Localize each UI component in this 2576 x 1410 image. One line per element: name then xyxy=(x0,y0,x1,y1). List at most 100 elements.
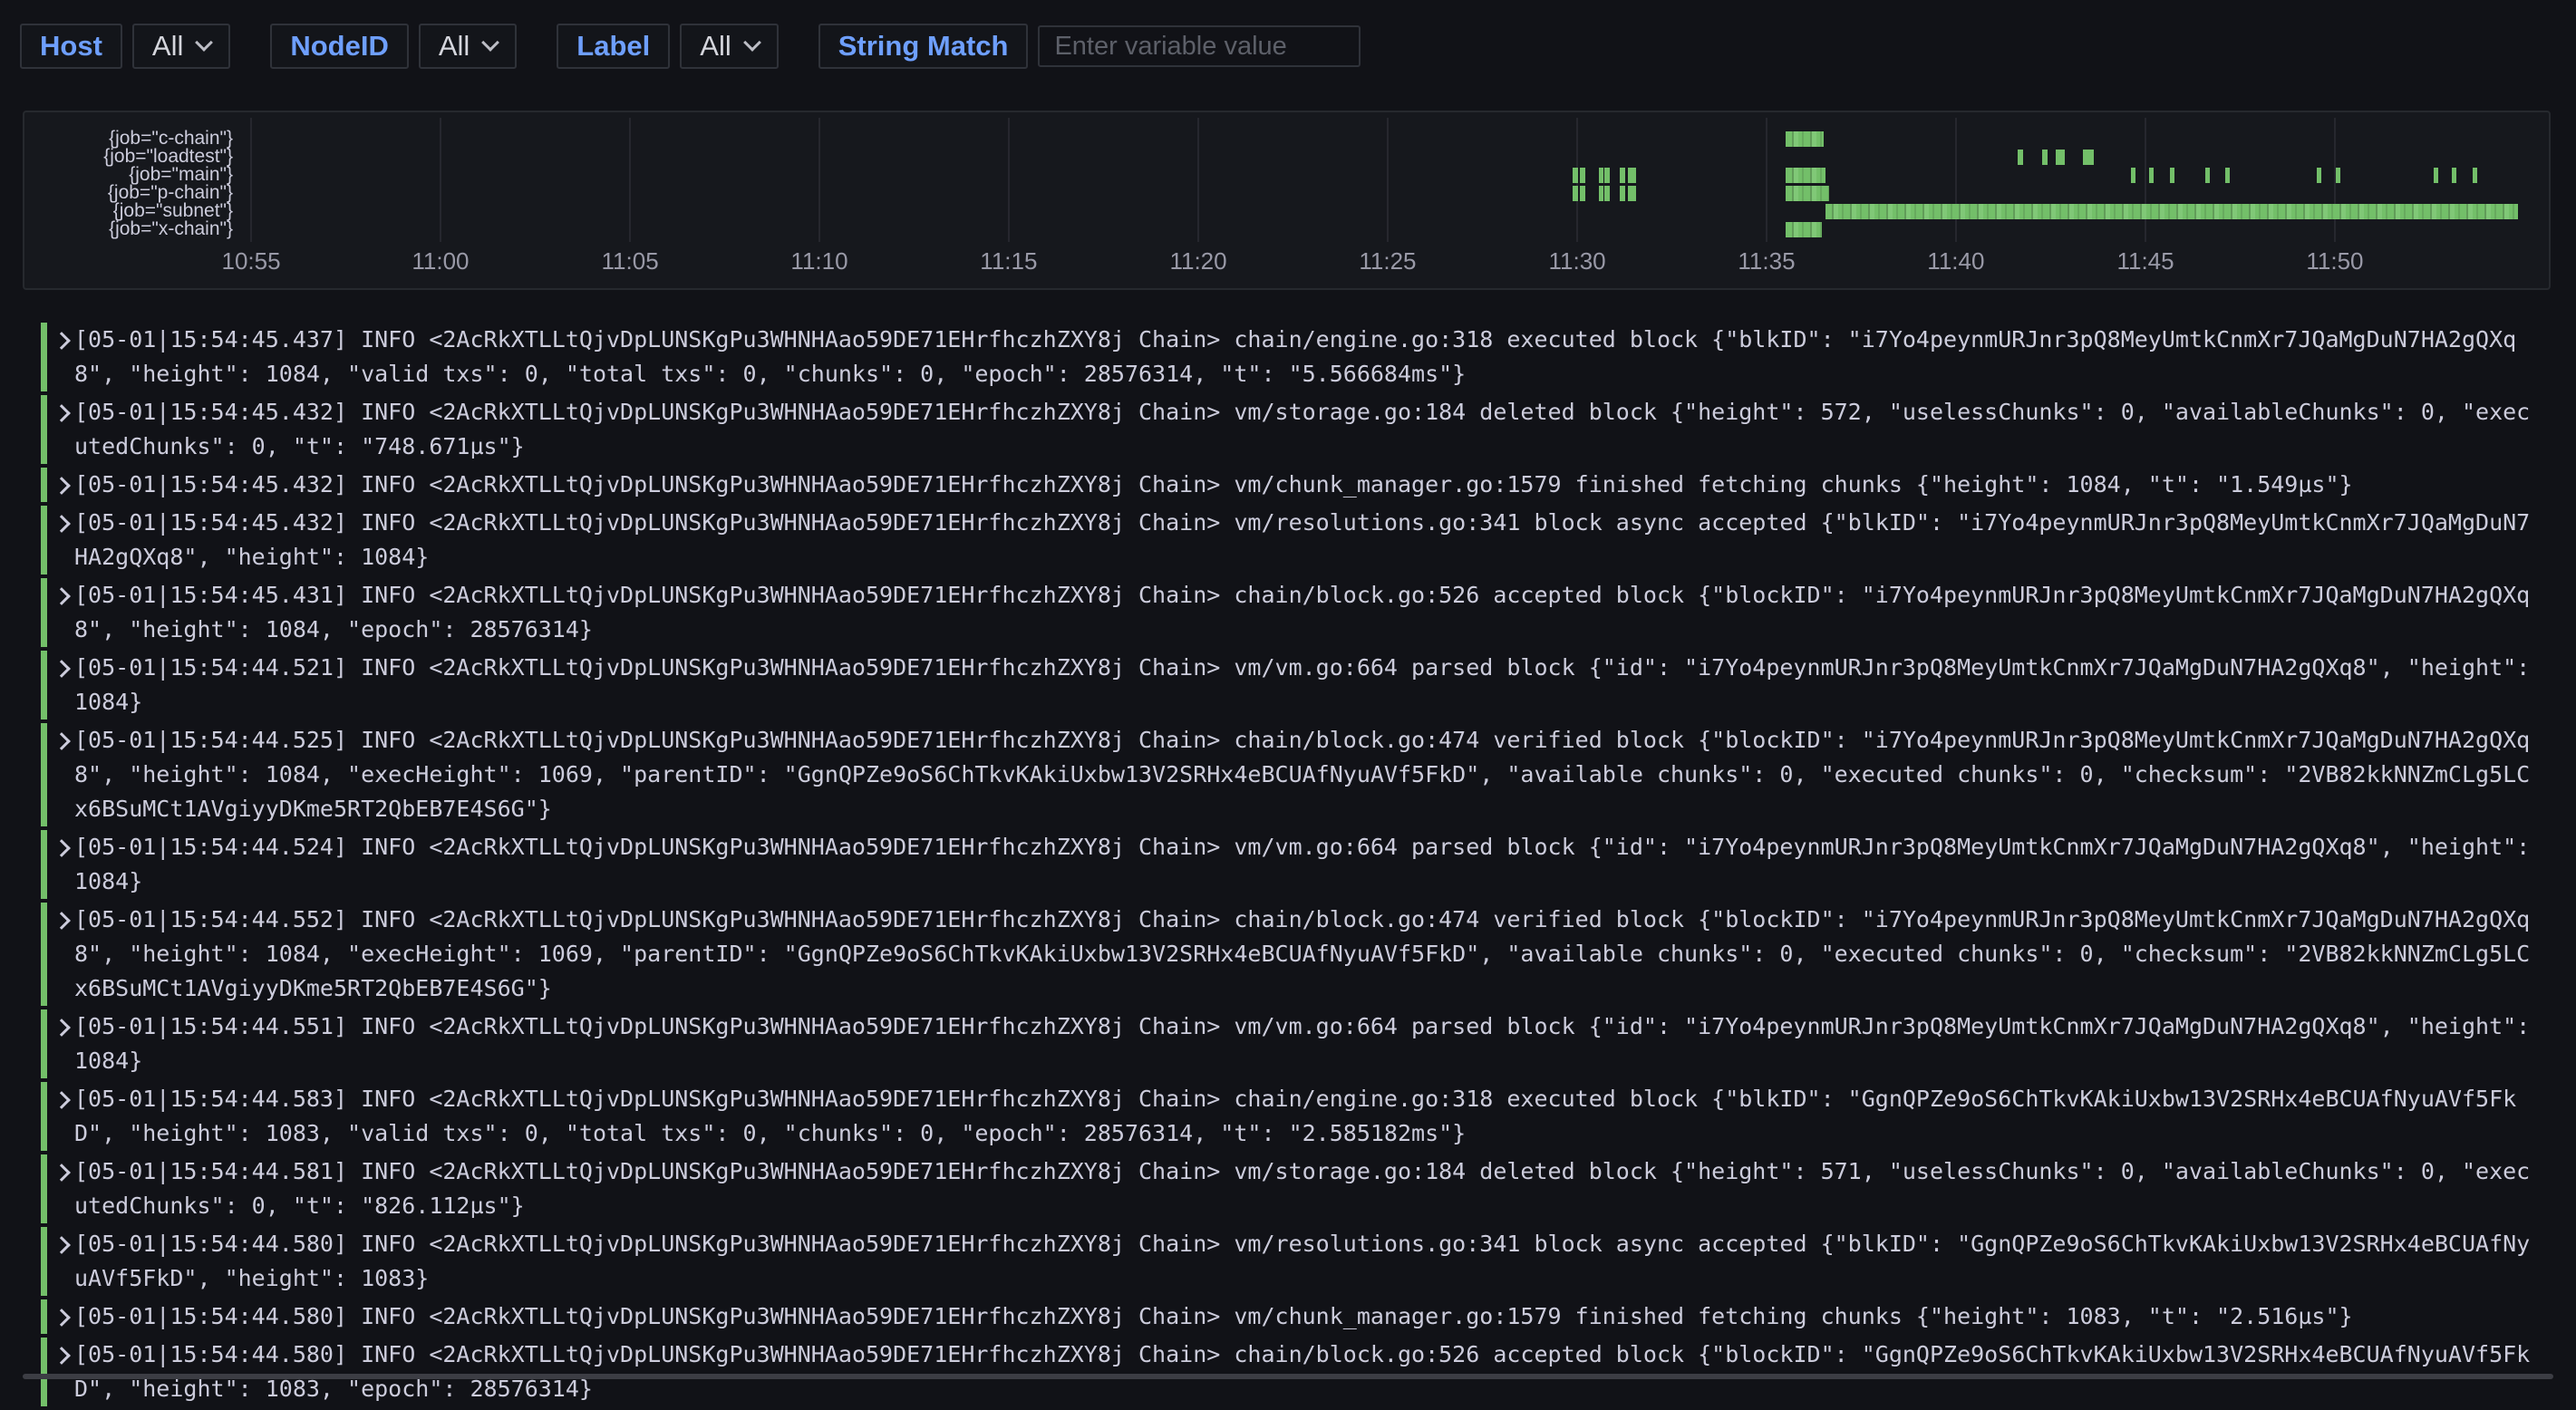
x-tick-label-2: 11:05 xyxy=(602,247,659,275)
log-volume-mark-3-1 xyxy=(1580,186,1585,201)
expand-chevron-icon[interactable] xyxy=(53,515,71,533)
log-row[interactable]: [05-01|15:54:44.525] INFO <2AcRkXTLLtQjv… xyxy=(41,723,2552,826)
expand-chevron-icon[interactable] xyxy=(53,660,71,678)
log-row[interactable]: [05-01|15:54:44.580] INFO <2AcRkXTLLtQjv… xyxy=(41,1299,2552,1334)
log-volume-mark-2-15 xyxy=(2452,168,2456,183)
log-row[interactable]: [05-01|15:54:44.521] INFO <2AcRkXTLLtQjv… xyxy=(41,651,2552,719)
expand-chevron-icon[interactable] xyxy=(53,1236,71,1254)
series-label-3: {job="p-chain"} xyxy=(24,184,233,202)
series-label-2: {job="main"} xyxy=(24,166,233,184)
expand-chevron-icon[interactable] xyxy=(53,1164,71,1182)
x-tick-label-11: 11:50 xyxy=(2306,247,2363,275)
log-volume-mark-2-7 xyxy=(2131,168,2135,183)
log-volume-mark-2-16 xyxy=(2473,168,2477,183)
timeline-plot[interactable]: 10:5511:0011:0511:1011:1511:2011:2511:30… xyxy=(219,112,2540,285)
x-gridline-8 xyxy=(1766,118,1767,242)
variable-nodeid-label-text: NodeID xyxy=(290,30,389,63)
variable-host-label[interactable]: Host xyxy=(20,24,122,69)
chevron-down-icon xyxy=(743,34,761,52)
log-line-text: [05-01|15:54:44.583] INFO <2AcRkXTLLtQjv… xyxy=(74,1082,2538,1151)
log-volume-mark-5-0 xyxy=(1786,222,1822,237)
log-line-text: [05-01|15:54:44.521] INFO <2AcRkXTLLtQjv… xyxy=(74,651,2538,719)
variable-nodeid-value-dropdown[interactable]: All xyxy=(419,24,517,69)
log-volume-mark-2-0 xyxy=(1573,168,1578,183)
log-volume-mark-3-5 xyxy=(1628,186,1636,201)
log-row[interactable]: [05-01|15:54:45.431] INFO <2AcRkXTLLtQjv… xyxy=(41,578,2552,647)
expand-chevron-icon[interactable] xyxy=(53,732,71,750)
x-gridline-0 xyxy=(250,118,252,242)
log-volume-mark-2-10 xyxy=(2205,168,2210,183)
expand-chevron-icon[interactable] xyxy=(53,587,71,605)
log-line-text: [05-01|15:54:44.580] INFO <2AcRkXTLLtQjv… xyxy=(74,1299,2538,1334)
log-volume-mark-1-3 xyxy=(2083,150,2094,165)
x-gridline-3 xyxy=(818,118,820,242)
log-row[interactable]: [05-01|15:54:44.551] INFO <2AcRkXTLLtQjv… xyxy=(41,1009,2552,1078)
log-volume-mark-3-2 xyxy=(1599,186,1603,201)
log-row[interactable]: [05-01|15:54:45.432] INFO <2AcRkXTLLtQjv… xyxy=(41,395,2552,464)
expand-chevron-icon[interactable] xyxy=(53,1019,71,1037)
variable-label-label-text: Label xyxy=(576,30,650,63)
log-line-text: [05-01|15:54:44.525] INFO <2AcRkXTLLtQjv… xyxy=(74,723,2538,826)
variable-label-label[interactable]: Label xyxy=(557,24,670,69)
log-row[interactable]: [05-01|15:54:44.552] INFO <2AcRkXTLLtQjv… xyxy=(41,903,2552,1006)
x-tick-label-1: 11:00 xyxy=(412,247,469,275)
log-row[interactable]: [05-01|15:54:45.437] INFO <2AcRkXTLLtQjv… xyxy=(41,323,2552,391)
log-volume-mark-1-2 xyxy=(2056,150,2065,165)
variable-nodeid-value: All xyxy=(439,30,470,63)
string-match-label-text: String Match xyxy=(838,30,1009,63)
variable-host-value-dropdown[interactable]: All xyxy=(132,24,230,69)
string-match-input[interactable] xyxy=(1038,25,1361,67)
series-label-0: {job="c-chain"} xyxy=(24,130,233,148)
horizontal-scrollbar[interactable] xyxy=(23,1374,2553,1379)
expand-chevron-icon[interactable] xyxy=(53,404,71,422)
log-line-text: [05-01|15:54:45.432] INFO <2AcRkXTLLtQjv… xyxy=(74,506,2538,575)
expand-chevron-icon[interactable] xyxy=(53,332,71,350)
variable-group-string-match: String Match xyxy=(818,24,1361,69)
expand-chevron-icon[interactable] xyxy=(53,912,71,930)
x-tick-label-6: 11:25 xyxy=(1359,247,1416,275)
chevron-down-icon xyxy=(195,34,213,52)
log-line-text: [05-01|15:54:44.551] INFO <2AcRkXTLLtQjv… xyxy=(74,1009,2538,1078)
variable-nodeid-label[interactable]: NodeID xyxy=(270,24,409,69)
x-gridline-1 xyxy=(440,118,441,242)
log-volume-mark-2-4 xyxy=(1620,168,1625,183)
expand-chevron-icon[interactable] xyxy=(53,1309,71,1327)
expand-chevron-icon[interactable] xyxy=(53,839,71,857)
log-volume-mark-3-3 xyxy=(1604,186,1610,201)
log-row[interactable]: [05-01|15:54:44.580] INFO <2AcRkXTLLtQjv… xyxy=(41,1227,2552,1296)
expand-chevron-icon[interactable] xyxy=(53,477,71,495)
x-gridline-6 xyxy=(1387,118,1389,242)
variable-group-host: Host All xyxy=(20,24,230,69)
log-volume-mark-4-0 xyxy=(1825,204,2518,219)
variable-label-value-dropdown[interactable]: All xyxy=(680,24,778,69)
log-volume-panel: {job="c-chain"}{job="loadtest"}{job="mai… xyxy=(23,111,2551,290)
log-line-text: [05-01|15:54:44.581] INFO <2AcRkXTLLtQjv… xyxy=(74,1154,2538,1223)
series-labels: {job="c-chain"}{job="loadtest"}{job="mai… xyxy=(24,130,233,238)
x-tick-label-5: 11:20 xyxy=(1169,247,1226,275)
log-row[interactable]: [05-01|15:54:44.581] INFO <2AcRkXTLLtQjv… xyxy=(41,1154,2552,1223)
x-tick-label-7: 11:30 xyxy=(1549,247,1606,275)
log-row[interactable]: [05-01|15:54:44.524] INFO <2AcRkXTLLtQjv… xyxy=(41,830,2552,899)
log-row[interactable]: [05-01|15:54:45.432] INFO <2AcRkXTLLtQjv… xyxy=(41,506,2552,575)
log-row[interactable]: [05-01|15:54:44.580] INFO <2AcRkXTLLtQjv… xyxy=(41,1338,2552,1406)
series-label-1: {job="loadtest"} xyxy=(24,148,233,166)
x-tick-label-3: 11:10 xyxy=(790,247,847,275)
x-gridline-5 xyxy=(1197,118,1199,242)
variable-host-value: All xyxy=(152,30,183,63)
log-row[interactable]: [05-01|15:54:45.432] INFO <2AcRkXTLLtQjv… xyxy=(41,468,2552,502)
log-volume-mark-2-12 xyxy=(2317,168,2321,183)
x-gridline-4 xyxy=(1008,118,1010,242)
variable-host-label-text: Host xyxy=(40,30,102,63)
log-line-text: [05-01|15:54:44.524] INFO <2AcRkXTLLtQjv… xyxy=(74,830,2538,899)
series-label-5: {job="x-chain"} xyxy=(24,220,233,238)
log-line-text: [05-01|15:54:44.580] INFO <2AcRkXTLLtQjv… xyxy=(74,1338,2538,1406)
log-volume-mark-3-6 xyxy=(1786,186,1829,201)
expand-chevron-icon[interactable] xyxy=(53,1347,71,1365)
expand-chevron-icon[interactable] xyxy=(53,1091,71,1109)
x-tick-label-9: 11:40 xyxy=(1927,247,1984,275)
log-volume-mark-0-0 xyxy=(1786,131,1824,147)
log-row[interactable]: [05-01|15:54:44.583] INFO <2AcRkXTLLtQjv… xyxy=(41,1082,2552,1151)
log-volume-mark-2-2 xyxy=(1599,168,1603,183)
log-line-text: [05-01|15:54:44.580] INFO <2AcRkXTLLtQjv… xyxy=(74,1227,2538,1296)
string-match-label[interactable]: String Match xyxy=(818,24,1029,69)
